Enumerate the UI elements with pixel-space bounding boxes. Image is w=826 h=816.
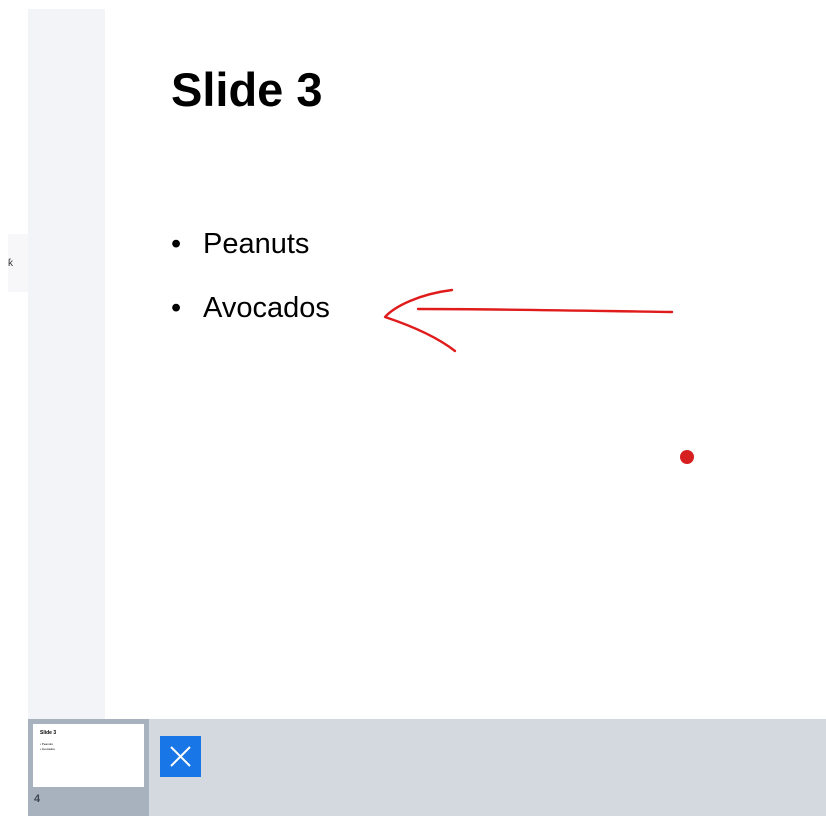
laser-pointer-dot <box>680 450 694 464</box>
bullet-glyph: • <box>171 292 182 324</box>
thumbnail-preview: Slide 3 • Peanuts • Avocados <box>33 724 144 787</box>
thumbnail-bullet: • Avocados <box>40 747 55 751</box>
thumbnail-bullets: • Peanuts • Avocados <box>40 742 55 752</box>
slide-title: Slide 3 <box>171 63 323 116</box>
left-gutter <box>28 9 105 719</box>
ink-arrow-shaft <box>416 307 674 314</box>
bullet-text: Avocados <box>203 292 330 324</box>
close-icon <box>170 746 191 767</box>
side-panel-handle[interactable]: ƙ <box>8 234 28 292</box>
handle-icon: ƙ <box>8 258 13 269</box>
ink-arrow-head <box>383 288 457 353</box>
thumbnail-title: Slide 3 <box>40 730 57 736</box>
slide-bullet-list: • Peanuts • Avocados <box>171 224 330 352</box>
slide-viewer: ƙ Slide 3 • Peanuts • Avocados Slide 3 • P… <box>0 0 826 816</box>
ink-annotation-layer <box>383 288 694 464</box>
bullet-text: Peanuts <box>203 228 310 260</box>
bullet-item: • Peanuts <box>171 224 330 264</box>
slide-filmstrip: Slide 3 • Peanuts • Avocados 4 <box>28 719 826 816</box>
bullet-item: • Avocados <box>171 288 330 328</box>
close-button[interactable] <box>160 736 201 777</box>
bullet-glyph: • <box>171 228 182 260</box>
thumbnail-number: 4 <box>34 793 41 805</box>
slide-thumbnail[interactable]: Slide 3 • Peanuts • Avocados 4 <box>28 719 149 816</box>
